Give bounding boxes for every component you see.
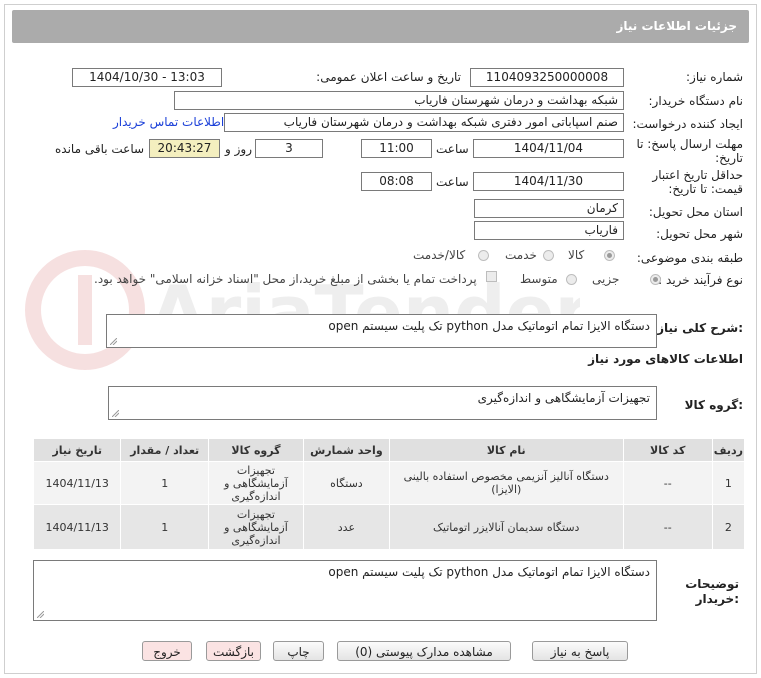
province-label: استان محل تحویل: xyxy=(648,205,743,219)
goods-info-title: اطلاعات کالاهای مورد نیاز xyxy=(588,352,743,366)
need-number-field: 1104093250000008 xyxy=(470,68,624,87)
attachments-button[interactable]: مشاهده مدارک پیوستی (0) xyxy=(337,641,511,661)
process-medium-label: متوسط xyxy=(520,272,558,286)
resize-grip-icon xyxy=(112,410,119,417)
col-header-name: نام کالا xyxy=(388,438,624,462)
buyer-notes-label-1: توضیحات xyxy=(685,577,739,591)
creator-field: صنم اسپاباتی امور دفتری شبکه بهداشت و در… xyxy=(224,113,624,132)
table-row: 1 -- دستگاه آنالیز آنزیمی مخصوص استفاده … xyxy=(32,461,746,505)
cell-unit: دستگاه xyxy=(302,461,390,505)
category-goods-radio[interactable] xyxy=(604,250,615,261)
col-header-unit: واحد شمارش xyxy=(302,438,390,462)
buyer-contact-link[interactable]: اطلاعات تماس خریدار xyxy=(113,115,224,129)
buyer-notes-label-2: خریدار: xyxy=(695,592,739,606)
resize-grip-icon xyxy=(37,611,44,618)
resize-grip-icon xyxy=(110,338,117,345)
cell-index: 2 xyxy=(711,504,746,550)
remaining-time-field: 20:43:27 xyxy=(149,139,220,158)
buyer-notes-field: دستگاه الایزا تمام اتوماتیک مدل python ت… xyxy=(33,560,657,621)
category-both-label: کالا/خدمت xyxy=(413,248,466,262)
cell-group: تجهیزات آزمایشگاهی و اندازه‌گیری xyxy=(207,461,304,505)
page-title: جزئیات اطلاعات نیاز xyxy=(616,19,737,33)
reply-button[interactable]: پاسخ به نیاز xyxy=(532,641,628,661)
category-both-radio[interactable] xyxy=(478,250,489,261)
cell-group: تجهیزات آزمایشگاهی و اندازه‌گیری xyxy=(207,504,304,550)
buyer-notes-text: دستگاه الایزا تمام اتوماتیک مدل python ت… xyxy=(328,565,650,579)
validity-label-1: حداقل تاریخ اعتبار xyxy=(652,168,743,182)
header-bar: جزئیات اطلاعات نیاز xyxy=(12,10,749,43)
col-header-group: گروه کالا xyxy=(207,438,304,462)
process-medium-radio[interactable] xyxy=(566,274,577,285)
cell-qty: 1 xyxy=(120,504,209,550)
process-label: نوع فرآیند خرید : xyxy=(658,273,743,287)
cell-name: دستگاه آنالیز آنزیمی مخصوص استفاده بالین… xyxy=(388,461,624,505)
need-number-label: شماره نیاز: xyxy=(686,70,743,84)
buyer-org-label: نام دستگاه خریدار: xyxy=(648,94,744,108)
category-label: طبقه بندی موضوعی: xyxy=(636,251,743,265)
city-label: شهر محل تحویل: xyxy=(656,227,743,241)
table-row: 2 -- دستگاه سدیمان آنالایزر اتوماتیک عدد… xyxy=(32,504,746,550)
category-service-radio[interactable] xyxy=(543,250,554,261)
validity-time-label: ساعت xyxy=(436,175,469,189)
cell-date: 1404/11/13 xyxy=(32,504,122,550)
back-button[interactable]: بازگشت xyxy=(206,641,261,661)
validity-date-field: 1404/11/30 xyxy=(473,172,624,191)
exit-button[interactable]: خروج xyxy=(142,641,192,661)
col-header-qty: تعداد / مقدار xyxy=(120,438,209,462)
treasury-note: پرداخت تمام یا بخشی از مبلغ خرید،از محل … xyxy=(94,272,477,286)
cell-unit: عدد xyxy=(302,504,390,550)
goods-group-field: تجهیزات آزمایشگاهی و اندازه‌گیری xyxy=(108,386,657,420)
description-field: دستگاه الایزا تمام اتوماتیک مدل python ت… xyxy=(106,314,657,348)
items-table: ردیف کد کالا نام کالا واحد شمارش گروه کا… xyxy=(32,438,746,550)
validity-time-field: 08:08 xyxy=(361,172,432,191)
buyer-org-field: شبکه بهداشت و درمان شهرستان فاریاب xyxy=(174,91,624,110)
remaining-label: ساعت باقی مانده xyxy=(55,142,145,156)
description-text: دستگاه الایزا تمام اتوماتیک مدل python ت… xyxy=(328,319,650,333)
print-button[interactable]: چاپ xyxy=(273,641,324,661)
deadline-time-field: 11:00 xyxy=(361,139,432,158)
city-field: فاریاب xyxy=(474,221,624,240)
description-label: شرح کلی نیاز: xyxy=(657,321,743,335)
process-minor-radio[interactable] xyxy=(650,274,661,285)
category-goods-label: کالا xyxy=(568,248,585,262)
goods-group-text: تجهیزات آزمایشگاهی و اندازه‌گیری xyxy=(477,391,650,405)
cell-date: 1404/11/13 xyxy=(32,461,122,505)
deadline-time-label: ساعت xyxy=(436,142,469,156)
deadline-label-1: مهلت ارسال پاسخ: تا xyxy=(636,137,743,151)
col-header-index: ردیف xyxy=(711,438,746,462)
days-field: 3 xyxy=(255,139,323,158)
province-field: کرمان xyxy=(474,199,624,218)
cell-code: -- xyxy=(622,504,713,550)
days-label: روز و xyxy=(225,142,252,156)
col-header-code: کد کالا xyxy=(622,438,713,462)
table-header-row: ردیف کد کالا نام کالا واحد شمارش گروه کا… xyxy=(32,438,746,462)
col-header-date: تاریخ نیاز xyxy=(32,438,122,462)
treasury-checkbox[interactable] xyxy=(486,271,497,282)
deadline-date-field: 1404/11/04 xyxy=(473,139,624,158)
cell-index: 1 xyxy=(711,461,746,505)
cell-code: -- xyxy=(622,461,713,505)
goods-group-label: گروه کالا: xyxy=(684,398,743,412)
cell-name: دستگاه سدیمان آنالایزر اتوماتیک xyxy=(388,504,624,550)
process-minor-label: جزیی xyxy=(592,272,620,286)
validity-label-2: قیمت: تا تاریخ: xyxy=(668,182,743,196)
announce-field: 1404/10/30 - 13:03 xyxy=(72,68,222,87)
creator-label: ایجاد کننده درخواست: xyxy=(632,117,743,131)
cell-qty: 1 xyxy=(120,461,209,505)
category-service-label: خدمت xyxy=(505,248,537,262)
deadline-label-2: تاریخ: xyxy=(715,151,743,165)
announce-label: تاریخ و ساعت اعلان عمومی: xyxy=(316,70,461,84)
